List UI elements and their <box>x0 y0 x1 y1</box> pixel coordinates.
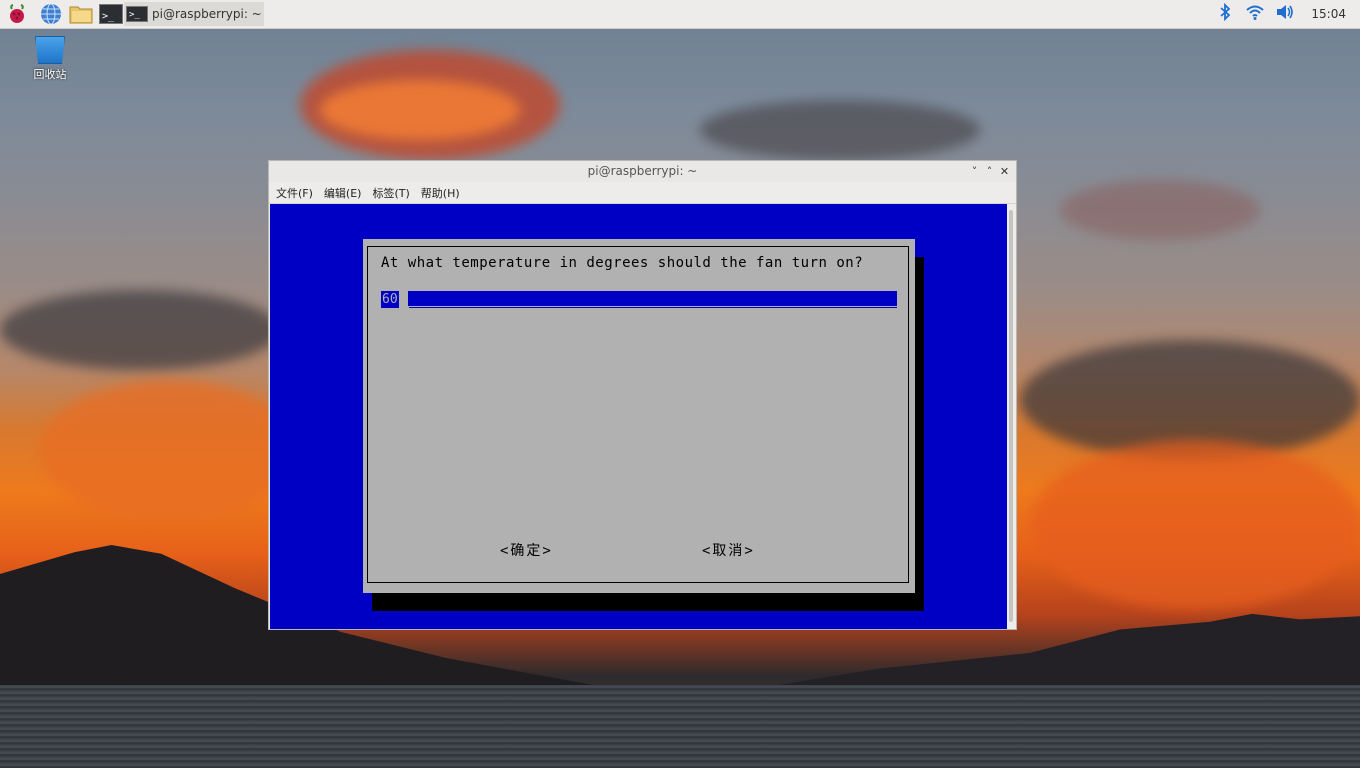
wifi-icon[interactable] <box>1245 3 1265 25</box>
volume-icon[interactable] <box>1275 3 1295 25</box>
scrollbar-thumb[interactable] <box>1009 210 1013 622</box>
ok-button[interactable]: <确定> <box>500 540 553 560</box>
taskbar-item-label: pi@raspberrypi: ~ <box>152 7 262 21</box>
cancel-button[interactable]: <取消> <box>702 540 755 560</box>
terminal-icon[interactable]: >_ <box>98 1 124 27</box>
taskbar-terminal-item[interactable]: >_ pi@raspberrypi: ~ <box>124 2 264 26</box>
sea <box>0 685 1360 768</box>
input-dialog: At what temperature in degrees should th… <box>363 239 915 593</box>
dialog-prompt: At what temperature in degrees should th… <box>381 255 864 271</box>
terminal-scrollbar[interactable] <box>1007 204 1016 629</box>
maximize-icon[interactable]: ˄ <box>982 161 997 182</box>
input-underline <box>408 306 897 307</box>
file-manager-icon[interactable] <box>68 1 94 27</box>
input-value: 60 <box>381 291 399 308</box>
trash-label: 回收站 <box>33 68 67 81</box>
menu-tabs[interactable]: 标签(T) <box>372 185 409 201</box>
window-titlebar[interactable]: pi@raspberrypi: ~ ˅ ˄ ✕ <box>269 161 1016 182</box>
system-tray: 15:04 <box>1219 0 1360 28</box>
terminal-window: pi@raspberrypi: ~ ˅ ˄ ✕ 文件(F) 编辑(E) 标签(T… <box>268 160 1017 630</box>
svg-text:>_: >_ <box>102 11 115 22</box>
top-panel: >_ >_ pi@raspberrypi: ~ 15:04 <box>0 0 1360 29</box>
close-icon[interactable]: ✕ <box>997 161 1012 182</box>
input-gap <box>399 291 408 306</box>
terminal-menubar: 文件(F) 编辑(E) 标签(T) 帮助(H) <box>269 182 1016 204</box>
terminal-icon: >_ <box>126 6 148 22</box>
bluetooth-icon[interactable] <box>1219 2 1231 25</box>
window-title: pi@raspberrypi: ~ <box>587 164 698 178</box>
clock[interactable]: 15:04 <box>1311 7 1346 21</box>
temperature-input[interactable]: 60 <box>381 291 897 308</box>
desktop-trash[interactable]: 回收站 <box>24 36 76 82</box>
menu-edit[interactable]: 编辑(E) <box>324 185 362 201</box>
menu-file[interactable]: 文件(F) <box>276 185 313 201</box>
minimize-icon[interactable]: ˅ <box>967 161 982 182</box>
raspberry-menu-icon[interactable] <box>4 1 30 27</box>
menu-help[interactable]: 帮助(H) <box>421 185 460 201</box>
browser-globe-icon[interactable] <box>38 1 64 27</box>
trash-icon <box>35 36 65 64</box>
terminal-screen[interactable]: At what temperature in degrees should th… <box>270 204 1007 629</box>
